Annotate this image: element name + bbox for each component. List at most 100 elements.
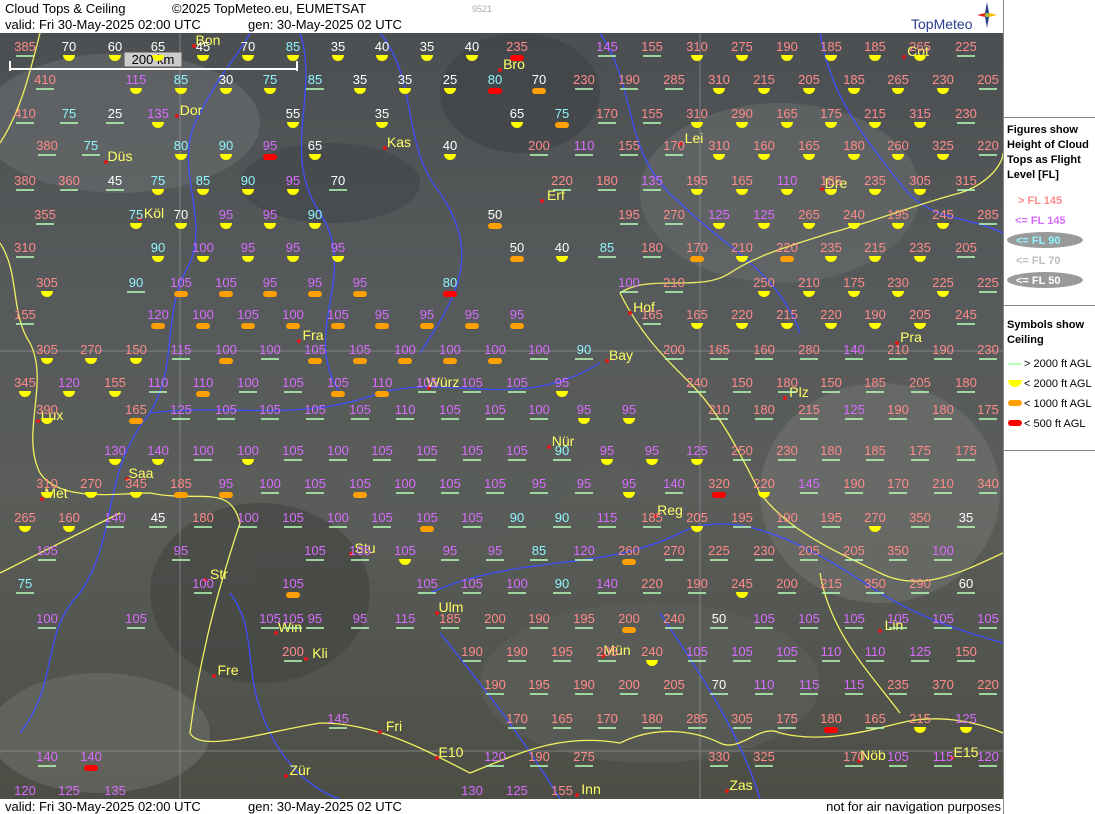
station-marker[interactable]: 100	[259, 476, 281, 494]
station-marker[interactable]: 90	[508, 510, 526, 528]
station-marker[interactable]: 40	[465, 39, 479, 61]
station-marker[interactable]: 75	[82, 138, 100, 156]
station-marker[interactable]: 225	[977, 275, 999, 293]
station-marker[interactable]: 95	[441, 543, 459, 561]
station-marker[interactable]: 125	[506, 783, 528, 799]
city-label[interactable]: E15	[950, 744, 979, 760]
station-marker[interactable]: 170	[596, 106, 618, 124]
station-marker[interactable]: 95	[263, 138, 277, 160]
station-marker[interactable]: 225	[932, 275, 954, 297]
station-marker[interactable]: 95	[308, 275, 322, 297]
station-marker[interactable]: 170	[843, 749, 865, 767]
station-marker[interactable]: 105	[731, 644, 753, 662]
station-marker[interactable]: 370	[932, 677, 954, 695]
station-marker[interactable]: 100	[237, 510, 259, 528]
station-marker[interactable]: 190	[528, 749, 550, 767]
station-marker[interactable]: 165	[708, 342, 730, 360]
station-marker[interactable]: 180	[641, 711, 663, 729]
station-marker[interactable]: 355	[34, 207, 56, 225]
station-marker[interactable]: 270	[663, 543, 685, 561]
station-marker[interactable]: 135	[104, 783, 126, 799]
station-marker[interactable]: 95	[375, 307, 389, 329]
station-marker[interactable]: 200	[282, 644, 304, 662]
station-marker[interactable]: 260	[618, 543, 640, 565]
station-marker[interactable]: 100	[192, 576, 214, 594]
station-marker[interactable]: 220	[641, 576, 663, 594]
station-marker[interactable]: 220	[731, 307, 753, 329]
station-marker[interactable]: 165	[551, 711, 573, 729]
station-marker[interactable]: 190	[843, 476, 865, 494]
station-marker[interactable]: 95	[555, 375, 569, 397]
station-marker[interactable]: 315	[955, 173, 977, 191]
station-marker[interactable]: 190	[573, 677, 595, 695]
station-marker[interactable]: 75	[129, 207, 143, 229]
station-marker[interactable]: 125	[955, 711, 977, 733]
station-marker[interactable]: 175	[776, 711, 798, 729]
station-marker[interactable]: 85	[174, 72, 188, 94]
station-marker[interactable]: 210	[798, 275, 820, 297]
station-marker[interactable]: 85	[196, 173, 210, 195]
station-marker[interactable]: 150	[731, 375, 753, 393]
city-label[interactable]: Fra	[297, 327, 324, 343]
station-marker[interactable]: 105	[304, 543, 326, 561]
station-marker[interactable]: 205	[663, 677, 685, 695]
station-marker[interactable]: 110	[193, 375, 214, 397]
station-marker[interactable]: 185	[641, 510, 663, 528]
station-marker[interactable]: 55	[286, 106, 300, 128]
station-marker[interactable]: 230	[776, 443, 798, 461]
station-marker[interactable]: 105	[36, 543, 58, 561]
station-marker[interactable]: 105	[282, 443, 304, 461]
station-marker[interactable]: 100	[237, 443, 259, 465]
station-marker[interactable]: 40	[443, 138, 457, 160]
station-marker[interactable]: 85	[286, 39, 300, 61]
station-marker[interactable]: 100	[237, 375, 259, 393]
station-marker[interactable]: 90	[553, 443, 571, 461]
station-marker[interactable]: 350	[864, 576, 886, 594]
station-marker[interactable]: 90	[553, 510, 571, 528]
station-marker[interactable]: 140	[147, 443, 169, 465]
station-marker[interactable]: 75	[16, 576, 34, 594]
station-marker[interactable]: 35	[420, 39, 434, 61]
station-marker[interactable]: 70	[532, 72, 546, 94]
station-marker[interactable]: 145	[798, 476, 820, 494]
station-marker[interactable]: 100	[528, 342, 550, 360]
station-marker[interactable]: 105	[753, 611, 775, 629]
station-marker[interactable]: 170	[663, 138, 685, 156]
station-marker[interactable]: 210	[887, 342, 909, 360]
station-marker[interactable]: 105	[686, 644, 708, 662]
station-marker[interactable]: 105	[484, 476, 506, 494]
station-marker[interactable]: 95	[645, 443, 659, 465]
station-marker[interactable]: 155	[551, 783, 573, 799]
station-marker[interactable]: 105	[461, 375, 483, 393]
station-marker[interactable]: 205	[798, 543, 820, 561]
station-marker[interactable]: 190	[506, 644, 528, 662]
station-marker[interactable]: 130	[461, 783, 483, 799]
station-marker[interactable]: 85	[598, 240, 616, 258]
station-marker[interactable]: 105	[506, 375, 528, 393]
station-marker[interactable]: 105	[776, 644, 798, 662]
station-marker[interactable]: 290	[909, 576, 931, 594]
station-marker[interactable]: 95	[486, 543, 504, 561]
station-marker[interactable]: 195	[528, 677, 550, 695]
station-marker[interactable]: 75	[60, 106, 78, 124]
station-marker[interactable]: 40	[555, 240, 569, 262]
station-marker[interactable]: 200	[484, 611, 506, 629]
station-marker[interactable]: 205	[596, 644, 618, 662]
station-marker[interactable]: 50	[510, 240, 524, 262]
station-marker[interactable]: 220	[977, 138, 999, 156]
station-marker[interactable]: 150	[820, 375, 842, 393]
station-marker[interactable]: 180	[192, 510, 214, 528]
station-marker[interactable]: 105	[461, 510, 483, 528]
station-marker[interactable]: 115	[395, 611, 416, 629]
station-marker[interactable]: 80	[174, 138, 188, 160]
station-marker[interactable]: 205	[909, 375, 931, 393]
station-marker[interactable]: 75	[151, 173, 165, 195]
station-marker[interactable]: 105	[371, 510, 393, 528]
station-marker[interactable]: 95	[622, 476, 636, 498]
station-marker[interactable]: 180	[932, 402, 954, 420]
station-marker[interactable]: 285	[977, 207, 999, 225]
station-marker[interactable]: 105	[416, 443, 438, 461]
station-marker[interactable]: 215	[909, 711, 931, 733]
station-marker[interactable]: 95	[306, 611, 324, 629]
station-marker[interactable]: 350	[887, 543, 909, 561]
